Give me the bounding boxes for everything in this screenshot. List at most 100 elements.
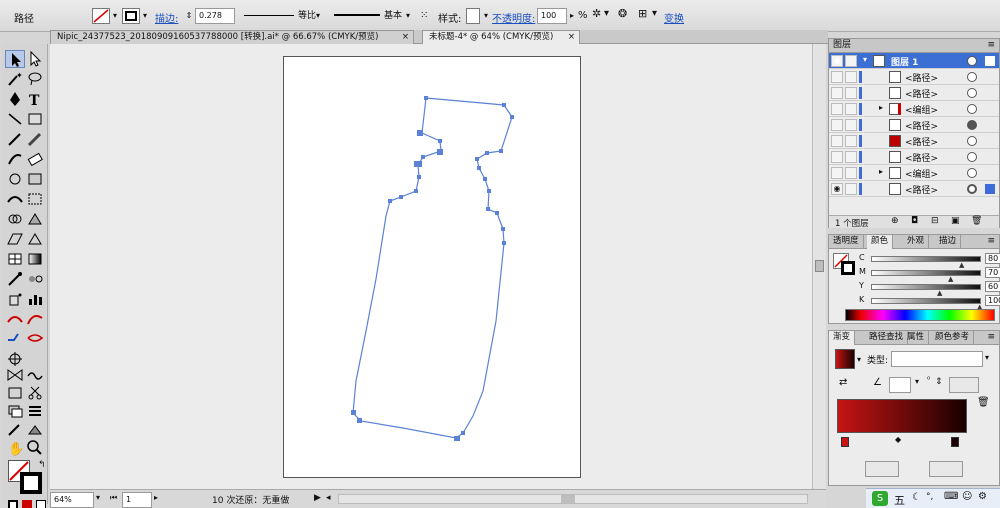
angle-dropdown-icon[interactable]: ▾ bbox=[915, 377, 919, 386]
perspective-selection-icon[interactable] bbox=[25, 230, 45, 248]
none-mode-icon[interactable] bbox=[36, 500, 46, 508]
layer-row[interactable]: <路径> bbox=[829, 149, 999, 165]
expand-arrow-icon[interactable]: ▸ bbox=[879, 167, 883, 176]
eye-icon[interactable] bbox=[831, 135, 843, 147]
lock-toggle[interactable] bbox=[845, 151, 857, 163]
symbol-sprayer-icon[interactable] bbox=[5, 290, 25, 308]
lasso-icon[interactable] bbox=[25, 70, 45, 88]
warp-icon[interactable] bbox=[5, 190, 25, 208]
layer-stack-icon[interactable] bbox=[5, 402, 25, 420]
blend-icon[interactable] bbox=[25, 270, 45, 288]
channel-value-input[interactable]: 100 bbox=[985, 295, 1000, 306]
input-method-icon[interactable]: S bbox=[872, 491, 888, 506]
isolate-icon[interactable]: ❂ bbox=[618, 7, 627, 20]
punctuation-icon[interactable]: °, bbox=[926, 492, 933, 502]
color-mode-icon[interactable] bbox=[8, 500, 18, 508]
line-segment-icon[interactable] bbox=[5, 110, 25, 128]
channel-value-input[interactable]: 60 bbox=[985, 281, 1000, 292]
layer-row[interactable]: <路径> bbox=[829, 85, 999, 101]
smooth-tool-icon[interactable] bbox=[5, 330, 25, 348]
target-circle-icon[interactable] bbox=[967, 136, 977, 146]
moon-icon[interactable]: ☾ bbox=[912, 492, 921, 503]
panel-menu-icon[interactable]: ≡ bbox=[987, 39, 995, 52]
artboard[interactable] bbox=[283, 56, 581, 478]
opacity-input[interactable]: 100 bbox=[537, 8, 567, 24]
artboard-tool-icon[interactable] bbox=[5, 366, 25, 384]
stroke-swatch[interactable] bbox=[122, 8, 140, 24]
tab-document-1[interactable]: Nipic_24377523_20180909160537788000 [转换]… bbox=[50, 30, 414, 44]
zoom-dropdown-icon[interactable]: ▾ bbox=[96, 493, 100, 502]
brush-definition[interactable]: 基本 ▾ bbox=[332, 8, 416, 24]
slider-track[interactable] bbox=[871, 298, 981, 304]
layer-row[interactable]: ◉ <路径> bbox=[829, 181, 999, 197]
eye-icon[interactable]: ◉ bbox=[831, 55, 843, 67]
gradient-type-select[interactable] bbox=[891, 351, 983, 367]
mesh-icon[interactable] bbox=[5, 250, 25, 268]
zoom-tool-icon[interactable] bbox=[25, 438, 45, 456]
artboard-number-input[interactable]: 1 bbox=[122, 492, 152, 508]
layer-name[interactable]: <路径> bbox=[905, 71, 938, 84]
layer-name[interactable]: <路径> bbox=[905, 183, 938, 196]
layer-row[interactable]: ▸ <编组> bbox=[829, 101, 999, 117]
layer-row[interactable]: <路径> bbox=[829, 69, 999, 85]
stroke-link[interactable]: 描边: bbox=[155, 10, 178, 25]
eye-icon[interactable] bbox=[831, 103, 843, 115]
clipping-mask-icon[interactable]: ◘ bbox=[911, 216, 918, 226]
transform-link[interactable]: 变换 bbox=[664, 10, 684, 25]
tab-color-guide[interactable]: 颜色参考 bbox=[931, 331, 975, 345]
new-sublayer-icon[interactable]: ⊟ bbox=[931, 216, 939, 226]
fill-dropdown-icon[interactable]: ▾ bbox=[110, 9, 120, 23]
path-eraser-icon[interactable] bbox=[25, 330, 45, 348]
style-dropdown-icon[interactable]: ▾ bbox=[481, 9, 491, 23]
stroke-color-box[interactable] bbox=[20, 472, 42, 494]
opacity-stop-input[interactable] bbox=[865, 461, 899, 477]
scale-icon[interactable] bbox=[25, 170, 45, 188]
reverse-gradient-icon[interactable]: ⇄ bbox=[839, 377, 847, 388]
slider-track[interactable] bbox=[871, 256, 981, 262]
layer-name[interactable]: <路径> bbox=[905, 135, 938, 148]
eye-icon[interactable] bbox=[831, 119, 843, 131]
expand-arrow-icon[interactable]: ▸ bbox=[879, 103, 883, 112]
hand-tool-icon[interactable]: ✋ bbox=[5, 438, 25, 457]
opacity-link[interactable]: 不透明度: bbox=[492, 10, 535, 25]
color-spectrum-bar[interactable] bbox=[845, 309, 995, 321]
horizontal-scrollbar[interactable] bbox=[338, 494, 808, 504]
live-paint-bucket-icon[interactable] bbox=[25, 420, 45, 438]
recolor-dropdown-icon[interactable]: ▾ bbox=[604, 8, 609, 19]
eraser-icon[interactable] bbox=[25, 150, 45, 168]
stepper-icon[interactable]: ⇕ bbox=[184, 9, 194, 23]
channel-value-input[interactable]: 80 bbox=[985, 253, 1000, 264]
target-circle-icon[interactable] bbox=[967, 104, 977, 114]
status-menu-icon[interactable]: ▶ bbox=[314, 493, 321, 503]
lock-toggle[interactable] bbox=[845, 55, 857, 67]
slider-track[interactable] bbox=[871, 284, 981, 290]
slider-thumb-icon[interactable]: ▲ bbox=[937, 289, 942, 297]
scissors-icon[interactable] bbox=[25, 384, 45, 402]
grid-icon[interactable]: ⁙ bbox=[420, 10, 428, 21]
wave-icon[interactable] bbox=[25, 366, 45, 384]
ime-mode-label[interactable]: 五 bbox=[894, 492, 905, 508]
slice-icon[interactable] bbox=[5, 384, 25, 402]
tab-transparency[interactable]: 透明度 bbox=[829, 235, 864, 249]
midpoint-diamond-icon[interactable]: ◆ bbox=[895, 435, 901, 444]
scroll-thumb[interactable] bbox=[815, 260, 824, 272]
trash-icon[interactable]: 🗑 bbox=[971, 216, 982, 226]
list-icon[interactable] bbox=[25, 402, 45, 420]
gradient-stop-end[interactable] bbox=[951, 437, 959, 447]
delete-stop-icon[interactable]: 🗑 bbox=[977, 397, 990, 408]
rectangle-tool-icon[interactable] bbox=[25, 110, 45, 128]
lock-toggle[interactable] bbox=[845, 135, 857, 147]
target-circle-icon[interactable] bbox=[967, 56, 977, 66]
locate-object-icon[interactable]: ⊕ bbox=[891, 216, 899, 226]
lock-toggle[interactable] bbox=[845, 71, 857, 83]
layer-name[interactable]: <路径> bbox=[905, 119, 938, 132]
perspective-grid-icon[interactable] bbox=[5, 230, 25, 248]
pen-icon[interactable] bbox=[5, 90, 25, 108]
new-layer-icon[interactable]: ▣ bbox=[951, 216, 960, 226]
bottle-path[interactable] bbox=[284, 57, 582, 479]
eyedropper-measure-icon[interactable] bbox=[5, 420, 25, 438]
channel-value-input[interactable]: 70 bbox=[985, 267, 1000, 278]
location-stop-input[interactable] bbox=[929, 461, 963, 477]
slider-thumb-icon[interactable]: ▲ bbox=[948, 275, 953, 283]
gradient-mode-icon[interactable] bbox=[22, 500, 32, 508]
